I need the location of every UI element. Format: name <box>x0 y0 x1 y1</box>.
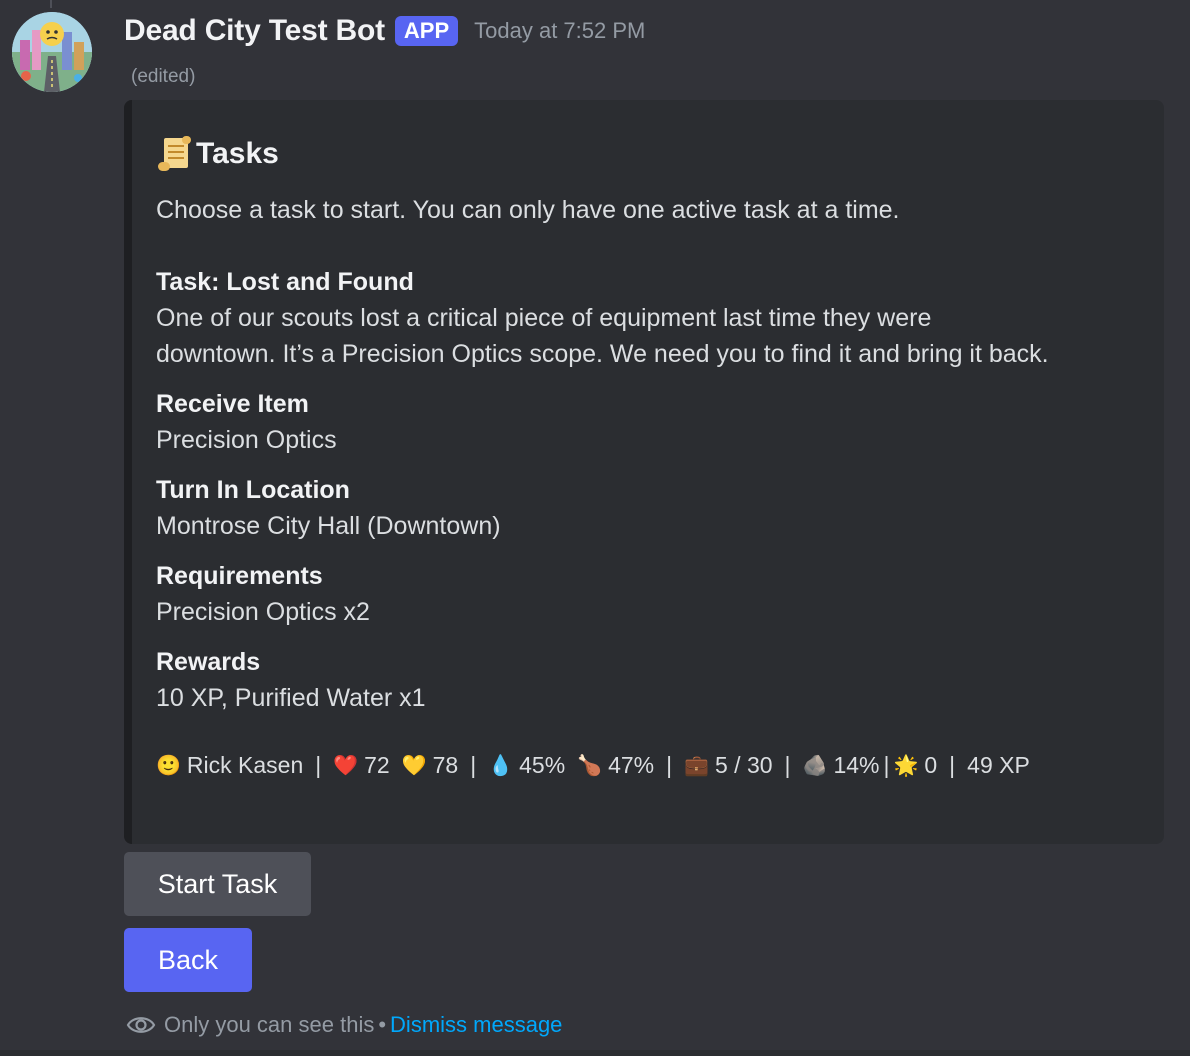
edited-label: (edited) <box>131 66 196 87</box>
separator: | <box>784 751 791 778</box>
task-title: Task: Lost and Found <box>156 268 414 296</box>
separator: | <box>883 751 890 778</box>
bullet-separator: • <box>378 1012 387 1037</box>
field-receive-item: Receive Item Precision Optics <box>156 386 1140 458</box>
visibility-text: Only you can see this <box>164 1012 375 1037</box>
heart-icon: ❤️ <box>333 754 359 777</box>
smiley-face-icon: 🙂 <box>156 754 181 777</box>
back-button[interactable]: Back <box>124 928 252 992</box>
scroll-icon <box>158 136 191 171</box>
field-name: Turn In Location <box>156 476 350 504</box>
ephemeral-notice: Only you can see this • Dismiss message <box>126 1008 562 1042</box>
field-value: Montrose City Hall (Downtown) <box>156 512 501 540</box>
inventory-value: 5 / 30 <box>715 751 773 778</box>
embed-content: Tasks Choose a task to start. You can on… <box>156 134 1140 782</box>
author-name[interactable]: Dead City Test Bot <box>124 14 385 48</box>
player-stats-footer: 🙂 Rick Kasen | ❤️ 72 💛 78 | 💧 45% 🍗 47% … <box>156 748 1140 782</box>
start-task-button[interactable]: Start Task <box>124 852 311 916</box>
yellow-heart-icon: 💛 <box>401 754 427 777</box>
briefcase-icon: 💼 <box>684 754 709 777</box>
field-name: Receive Item <box>156 390 309 418</box>
shield-value: 78 <box>432 751 459 778</box>
field-turn-in-location: Turn In Location Montrose City Hall (Dow… <box>156 472 1140 544</box>
health-value: 72 <box>364 751 390 778</box>
separator: | <box>315 751 322 778</box>
separator: | <box>470 751 477 778</box>
thread-line <box>50 0 52 8</box>
food-value: 47% <box>608 751 655 778</box>
eye-icon <box>126 1017 156 1033</box>
water-value: 45% <box>519 751 566 778</box>
field-rewards: Rewards 10 XP, Purified Water x1 <box>156 644 1140 716</box>
app-badge: APP <box>394 16 459 46</box>
rock-value: 14% <box>833 751 880 778</box>
field-name: Rewards <box>156 648 261 676</box>
task-embed: Tasks Choose a task to start. You can on… <box>124 100 1164 844</box>
bot-avatar[interactable] <box>12 12 92 92</box>
bottom-divider <box>0 1050 1190 1056</box>
stars-value: 0 <box>924 751 938 778</box>
embed-description: Choose a task to start. You can only hav… <box>156 196 900 224</box>
star-icon: 🌟 <box>893 754 919 777</box>
embed-title-text: Tasks <box>196 137 279 170</box>
message-header: Dead City Test Bot APP Today at 7:52 PM <box>124 12 645 50</box>
chat-message: Dead City Test Bot APP Today at 7:52 PM … <box>0 0 1190 1056</box>
separator: | <box>949 751 956 778</box>
field-name: Requirements <box>156 562 323 590</box>
field-value: Precision Optics <box>156 426 337 454</box>
rock-icon: 🪨 <box>802 754 828 777</box>
task-description-line: One of our scouts lost a critical piece … <box>156 304 932 332</box>
field-requirements: Requirements Precision Optics x2 <box>156 558 1140 630</box>
embed-title: Tasks <box>156 134 1140 174</box>
dismiss-message-link[interactable]: Dismiss message <box>390 1012 562 1038</box>
task-section: Task: Lost and Found One of our scouts l… <box>156 264 1140 372</box>
task-description-line: downtown. It’s a Precision Optics scope.… <box>156 340 1049 368</box>
message-timestamp[interactable]: Today at 7:52 PM <box>474 18 645 44</box>
drumstick-icon: 🍗 <box>577 754 603 777</box>
field-value: 10 XP, Purified Water x1 <box>156 684 426 712</box>
water-drop-icon: 💧 <box>488 754 514 777</box>
player-name: Rick Kasen <box>186 751 304 778</box>
city-avatar-icon <box>12 12 92 92</box>
embed-accent-bar <box>124 100 132 844</box>
separator: | <box>666 751 673 778</box>
field-value: Precision Optics x2 <box>156 598 370 626</box>
xp-value: 49 XP <box>967 751 1030 778</box>
